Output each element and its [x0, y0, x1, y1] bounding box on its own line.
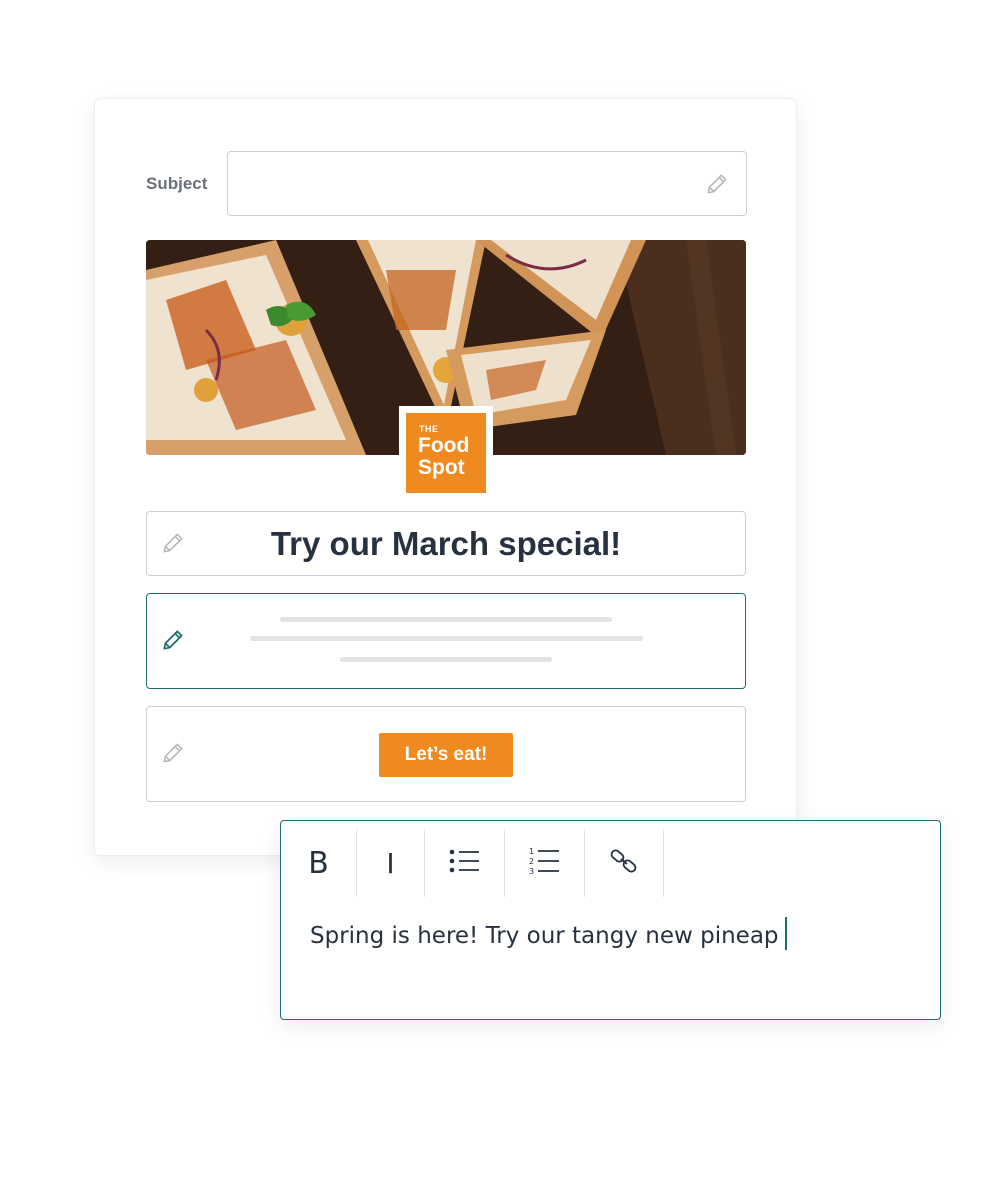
numbered-list-button[interactable]: 1 2 3 — [505, 829, 585, 897]
logo-food-text: Food — [418, 434, 470, 457]
logo-spot-text: Spot — [418, 456, 465, 479]
headline-block[interactable]: Try our March special! — [146, 511, 746, 576]
text-cursor — [784, 917, 787, 950]
food-spot-logo: THE Food Spot — [399, 406, 493, 500]
rich-text-editor[interactable]: B I 1 2 3 Spring is here! Try our tangy … — [280, 820, 941, 1020]
pencil-icon[interactable] — [160, 627, 186, 658]
button-block[interactable]: Let’s eat! — [146, 706, 746, 802]
link-icon — [609, 846, 639, 881]
editor-text: Spring is here! Try our tangy new pineap — [310, 923, 779, 949]
formatting-toolbar: B I 1 2 3 — [281, 829, 664, 897]
numbered-list-icon: 1 2 3 — [529, 846, 561, 881]
pencil-icon[interactable] — [160, 740, 186, 771]
svg-text:2: 2 — [529, 857, 534, 866]
bold-button[interactable]: B — [281, 829, 357, 897]
placeholder-line — [280, 617, 612, 622]
svg-text:3: 3 — [529, 867, 534, 876]
bulleted-list-button[interactable] — [425, 829, 505, 897]
editor-content[interactable]: Spring is here! Try our tangy new pineap — [310, 917, 787, 950]
italic-button[interactable]: I — [357, 829, 425, 897]
pencil-icon[interactable] — [704, 171, 730, 202]
headline-text: Try our March special! — [270, 525, 622, 562]
link-button[interactable] — [585, 829, 664, 897]
placeholder-line — [250, 636, 643, 641]
svg-text:1: 1 — [529, 847, 534, 856]
body-text-block[interactable] — [146, 593, 746, 689]
bulleted-list-icon — [449, 848, 481, 879]
placeholder-line — [340, 657, 552, 662]
lets-eat-button[interactable]: Let’s eat! — [379, 733, 513, 777]
subject-input[interactable] — [227, 151, 747, 216]
logo-the-text: THE — [419, 424, 439, 434]
subject-label: Subject — [146, 174, 208, 193]
